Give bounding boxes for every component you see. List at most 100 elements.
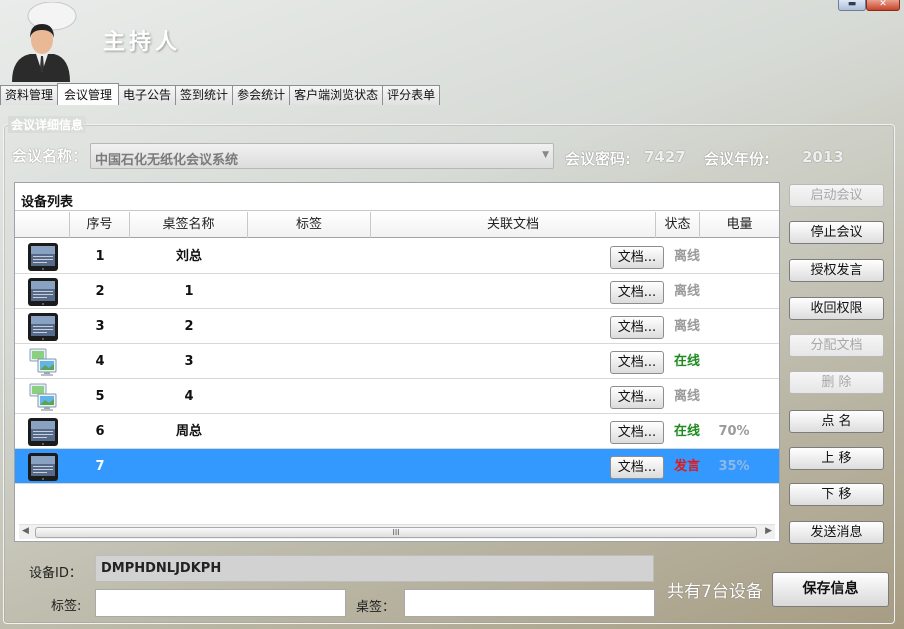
- tag-input[interactable]: [95, 589, 346, 617]
- tab-attendance-stats[interactable]: 参会统计: [232, 85, 291, 105]
- row-status: 离线: [673, 284, 700, 299]
- row-tag: [248, 379, 371, 414]
- column-header-index[interactable]: 序号: [70, 212, 130, 238]
- documents-button[interactable]: 文档...: [610, 386, 664, 409]
- year-label: 会议年份:: [704, 150, 770, 168]
- row-index: 7: [95, 459, 105, 474]
- tab-announcements[interactable]: 电子公告: [118, 85, 177, 105]
- row-status: 发言: [673, 459, 700, 474]
- row-status: 在线: [673, 354, 700, 369]
- table-row[interactable]: 6 周总 文档... 在线 70%: [15, 414, 779, 449]
- app-title: 主持人: [103, 29, 182, 55]
- documents-button[interactable]: 文档...: [610, 421, 664, 444]
- tab-scoring-form[interactable]: 评分表单: [382, 85, 441, 105]
- tag-label: 标签:: [51, 599, 82, 614]
- roll-call-button[interactable]: 点 名: [789, 410, 884, 433]
- desk-label: 桌签：: [356, 600, 396, 615]
- tablet-icon: [28, 418, 58, 446]
- close-button[interactable]: ✕: [866, 0, 900, 11]
- tab-documents[interactable]: 资料管理: [0, 85, 59, 105]
- scrollbar-thumb[interactable]: III: [35, 527, 757, 538]
- grant-speak-button[interactable]: 授权发言: [789, 259, 884, 282]
- row-battery: 35%: [718, 459, 750, 474]
- column-header-linked-docs[interactable]: 关联文档: [371, 212, 656, 238]
- send-message-button[interactable]: 发送消息: [789, 521, 884, 544]
- row-battery: [710, 344, 758, 379]
- column-header-status[interactable]: 状态: [656, 212, 700, 238]
- row-status: 离线: [673, 389, 700, 404]
- documents-button[interactable]: 文档...: [610, 246, 664, 269]
- row-status: 离线: [673, 249, 700, 264]
- scroll-left-icon[interactable]: ◀: [22, 526, 29, 536]
- horizontal-scrollbar[interactable]: ◀ III ▶: [19, 524, 775, 539]
- row-index: 4: [95, 354, 105, 369]
- desk-input[interactable]: [404, 589, 655, 617]
- save-button[interactable]: 保存信息: [772, 572, 889, 607]
- tablet-icon: [28, 278, 58, 306]
- table-row[interactable]: 2 1 文档... 离线: [15, 274, 779, 309]
- documents-button[interactable]: 文档...: [610, 351, 664, 374]
- tab-checkin-stats[interactable]: 签到统计: [175, 85, 234, 105]
- computer-icon: [29, 348, 57, 376]
- group-title: 会议详细信息: [8, 116, 87, 133]
- tablet-icon: [28, 453, 58, 481]
- row-index: 5: [95, 389, 105, 404]
- row-desk-name: 4: [184, 389, 194, 404]
- row-tag: [248, 344, 371, 379]
- device-list-title: 设备列表: [21, 195, 74, 210]
- tab-client-browse-status[interactable]: 客户端浏览状态: [289, 85, 384, 105]
- tablet-icon: [28, 243, 58, 271]
- computer-icon: [29, 383, 57, 411]
- table-row[interactable]: 7 文档... 发言 35%: [15, 449, 779, 484]
- row-desk-name: [130, 449, 248, 484]
- tablet-icon: [28, 313, 58, 341]
- year-value: 2013: [802, 148, 844, 166]
- row-index: 2: [95, 284, 105, 299]
- window-controls: ▬ ✕: [838, 0, 900, 11]
- row-tag: [248, 274, 371, 309]
- revoke-permission-button[interactable]: 收回权限: [789, 297, 884, 320]
- row-battery: [710, 379, 758, 414]
- tab-bar: 资料管理 会议管理 电子公告 签到统计 参会统计 客户端浏览状态 评分表单: [0, 83, 441, 105]
- assign-docs-button[interactable]: 分配文档: [789, 334, 884, 357]
- column-header-icon[interactable]: [15, 212, 70, 238]
- start-meeting-button[interactable]: 启动会议: [789, 184, 884, 207]
- column-header-battery[interactable]: 电量: [700, 212, 779, 238]
- row-tag: [248, 239, 371, 274]
- row-desk-name: 3: [184, 354, 194, 369]
- scroll-right-icon[interactable]: ▶: [765, 526, 772, 536]
- meeting-name-select[interactable]: 中国石化无纸化会议系统 ▼: [90, 143, 554, 169]
- row-tag: [248, 449, 371, 484]
- tab-meeting-management[interactable]: 会议管理: [57, 83, 120, 105]
- table-row[interactable]: 1 刘总 文档... 离线: [15, 239, 779, 274]
- table-row[interactable]: 5 4 文档... 离线: [15, 379, 779, 414]
- meeting-name-value: 中国石化无纸化会议系统: [95, 153, 239, 168]
- row-status: 在线: [673, 424, 700, 439]
- column-header-desk-name[interactable]: 桌签名称: [130, 212, 248, 238]
- row-battery: [710, 274, 758, 309]
- documents-button[interactable]: 文档...: [610, 456, 664, 479]
- stop-meeting-button[interactable]: 停止会议: [789, 221, 884, 244]
- move-up-button[interactable]: 上 移: [789, 447, 884, 470]
- host-avatar-icon: [12, 2, 77, 82]
- documents-button[interactable]: 文档...: [610, 281, 664, 304]
- table-header: 序号 桌签名称 标签 关联文档 状态 电量: [15, 212, 779, 238]
- device-id-field: DMPHDNLJDKPH: [95, 555, 654, 582]
- row-battery: [710, 239, 758, 274]
- row-index: 6: [95, 424, 105, 439]
- row-index: 1: [95, 249, 105, 264]
- header: 主持人 ▬ ✕: [0, 0, 904, 84]
- table-row[interactable]: 4 3 文档... 在线: [15, 344, 779, 379]
- row-battery: 70%: [718, 424, 750, 439]
- device-count: 共有7台设备: [667, 582, 763, 602]
- meeting-name-label: 会议名称：: [12, 147, 88, 165]
- delete-button[interactable]: 删 除: [789, 371, 884, 394]
- column-header-tag[interactable]: 标签: [248, 212, 371, 238]
- close-icon: ✕: [879, 0, 887, 10]
- table-row[interactable]: 3 2 文档... 离线: [15, 309, 779, 344]
- documents-button[interactable]: 文档...: [610, 316, 664, 339]
- password-label: 会议密码:: [565, 150, 631, 168]
- minimize-icon: ▬: [847, 0, 857, 10]
- minimize-button[interactable]: ▬: [838, 0, 866, 11]
- move-down-button[interactable]: 下 移: [789, 483, 884, 506]
